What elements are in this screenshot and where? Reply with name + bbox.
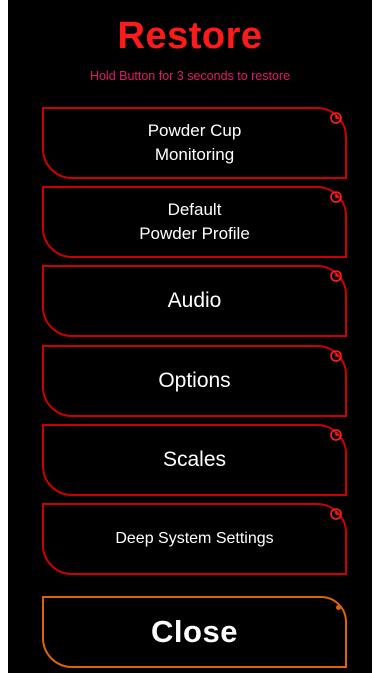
restore-powder-cup-monitoring-button[interactable]: Powder Cup Monitoring bbox=[42, 107, 347, 179]
clock-icon bbox=[330, 191, 342, 203]
restore-screen: Restore Hold Button for 3 seconds to res… bbox=[8, 0, 372, 673]
clock-icon bbox=[330, 508, 342, 520]
restore-scales-button[interactable]: Scales bbox=[42, 424, 347, 496]
instruction-text: Hold Button for 3 seconds to restore bbox=[89, 69, 291, 83]
restore-audio-button[interactable]: Audio bbox=[42, 265, 347, 337]
clock-icon bbox=[330, 112, 342, 124]
restore-deep-system-settings-button[interactable]: Deep System Settings bbox=[42, 503, 347, 575]
close-button[interactable]: Close bbox=[42, 596, 347, 668]
clock-icon bbox=[330, 270, 342, 282]
button-label: Scales bbox=[162, 448, 227, 471]
button-label: Deep System Settings bbox=[115, 530, 274, 547]
restore-options-button[interactable]: Options bbox=[42, 345, 347, 417]
clock-icon bbox=[330, 429, 342, 441]
button-label: Audio bbox=[167, 289, 222, 312]
button-label: Powder Cup Monitoring bbox=[147, 121, 242, 164]
clock-icon bbox=[330, 350, 342, 362]
close-label: Close bbox=[151, 614, 238, 649]
indicator-dot-icon bbox=[336, 605, 341, 610]
button-label: Default Powder Profile bbox=[139, 200, 250, 243]
restore-default-powder-profile-button[interactable]: Default Powder Profile bbox=[42, 186, 347, 258]
button-label: Options bbox=[158, 369, 231, 392]
page-title: Restore bbox=[117, 15, 263, 57]
